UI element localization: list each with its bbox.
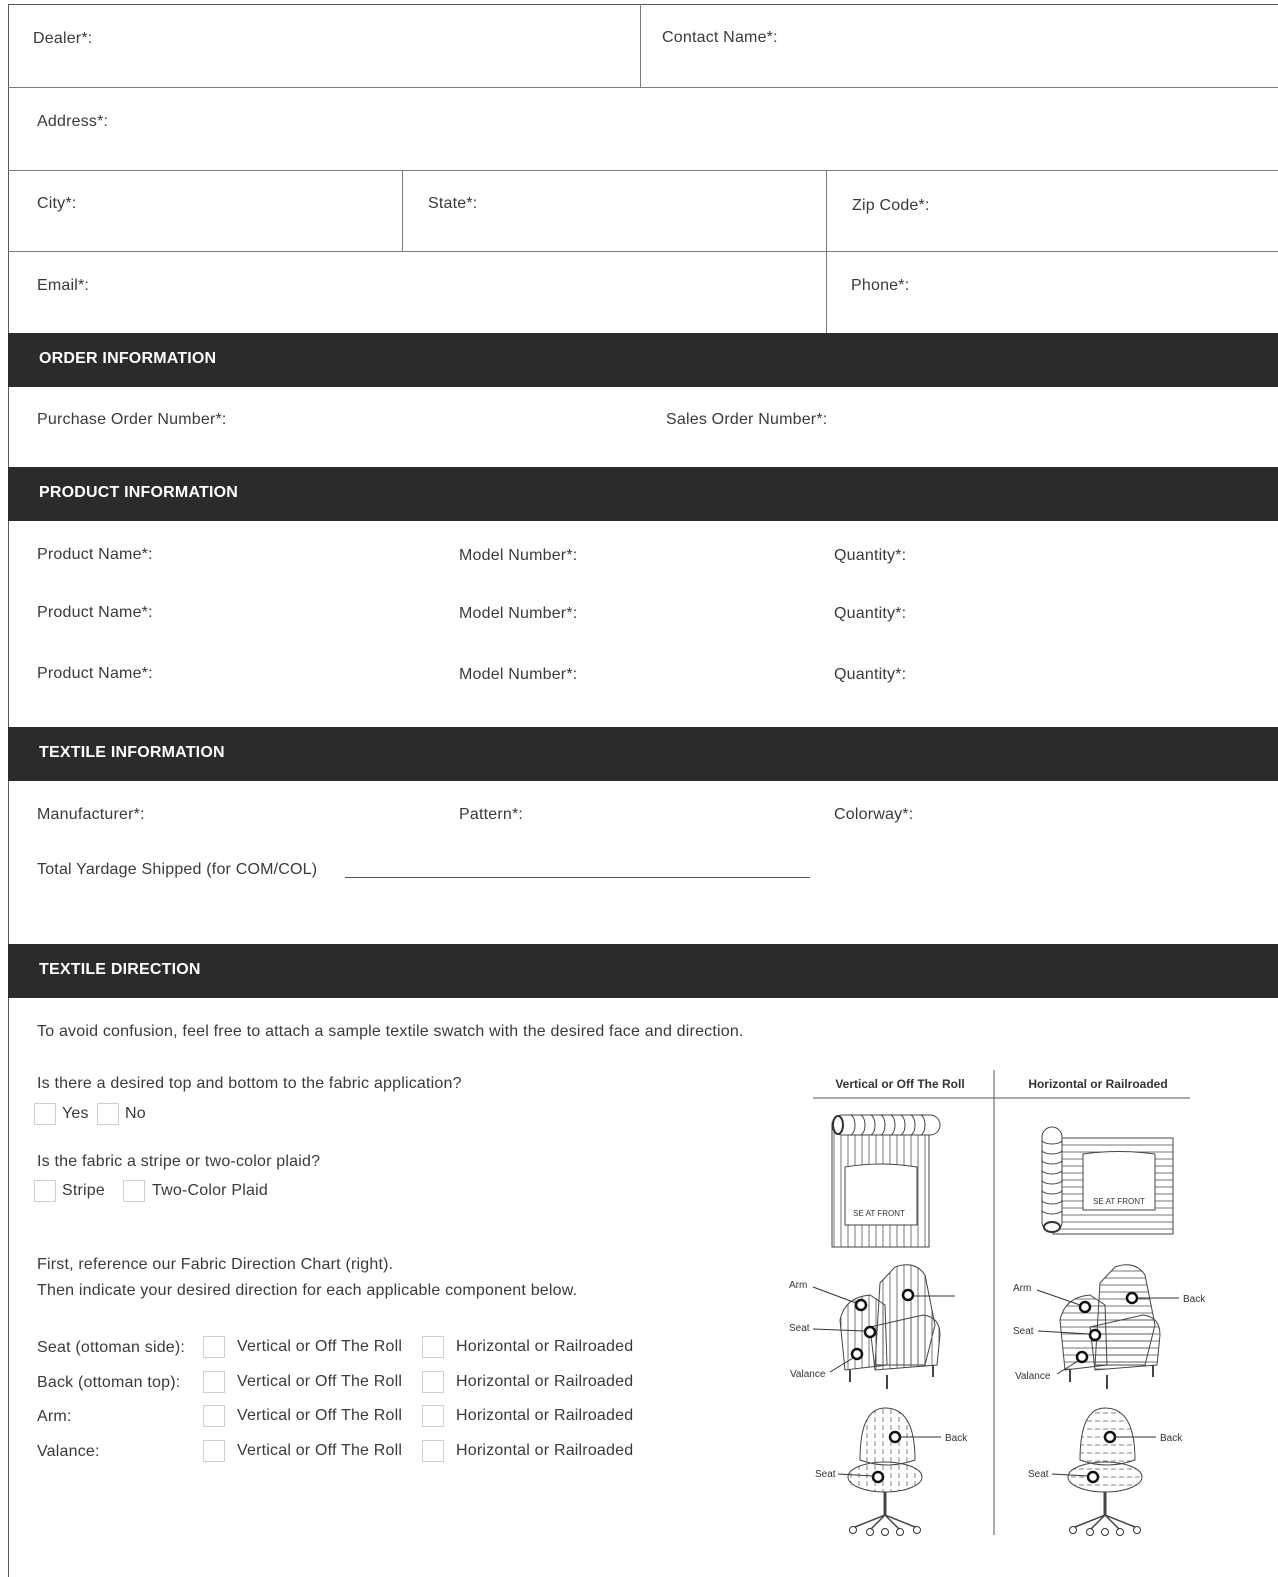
back-horizontal-label: Horizontal or Railroaded <box>456 1373 634 1390</box>
fabric-order-form: Dealer*: Contact Name*: Address*: City*:… <box>0 0 1278 1577</box>
section-title: TEXTILE DIRECTION <box>39 961 201 978</box>
contact-name-field[interactable]: Contact Name*: <box>662 29 778 47</box>
manufacturer-field[interactable]: Manufacturer*: <box>37 806 145 824</box>
sales-order-number-field[interactable]: Sales Order Number*: <box>666 411 827 429</box>
stripe-label: Stripe <box>62 1182 105 1199</box>
model-number-field[interactable]: Model Number*: <box>459 605 577 623</box>
model-number-field[interactable]: Model Number*: <box>459 666 577 684</box>
section-title: TEXTILE INFORMATION <box>39 744 225 761</box>
valance-horizontal-label: Horizontal or Railroaded <box>456 1442 634 1459</box>
textile-direction-header: TEXTILE DIRECTION <box>8 944 1278 998</box>
valance-callout-label: Valance <box>790 1369 826 1380</box>
product-name-field[interactable]: Product Name*: <box>37 604 153 622</box>
stripe-plaid-question: Is the fabric a stripe or two-color plai… <box>37 1153 321 1170</box>
fabric-direction-chart: Vertical or Off The Roll Horizontal or R… <box>775 1065 1215 1545</box>
product-name-field[interactable]: Product Name*: <box>37 546 153 564</box>
divider <box>8 170 1278 171</box>
product-name-field[interactable]: Product Name*: <box>37 665 153 683</box>
divider <box>826 170 827 333</box>
direction-instruction: Then indicate your desired direction for… <box>37 1282 578 1299</box>
back-component-label: Back (ottoman top): <box>37 1374 181 1391</box>
yes-checkbox[interactable] <box>34 1103 56 1125</box>
back-horizontal-checkbox[interactable] <box>422 1371 444 1393</box>
yes-label: Yes <box>62 1105 89 1122</box>
dealer-field[interactable]: Dealer*: <box>33 30 92 48</box>
city-field[interactable]: City*: <box>37 195 76 213</box>
valance-vertical-label: Vertical or Off The Roll <box>237 1442 403 1459</box>
no-checkbox[interactable] <box>97 1103 119 1125</box>
two-color-plaid-label: Two-Color Plaid <box>152 1182 268 1199</box>
valance-component-label: Valance: <box>37 1443 100 1460</box>
pattern-field[interactable]: Pattern*: <box>459 806 523 824</box>
arm-horizontal-checkbox[interactable] <box>422 1405 444 1427</box>
colorway-field[interactable]: Colorway*: <box>834 806 913 824</box>
direction-intro-text: To avoid confusion, feel free to attach … <box>37 1023 744 1040</box>
back-callout-label: Back <box>1160 1433 1183 1444</box>
vertical-lounge-chair-icon: Arm Seat Valance <box>789 1264 955 1389</box>
back-vertical-checkbox[interactable] <box>203 1371 225 1393</box>
section-title: PRODUCT INFORMATION <box>39 484 239 501</box>
product-information-header: PRODUCT INFORMATION <box>8 467 1278 521</box>
arm-vertical-checkbox[interactable] <box>203 1405 225 1427</box>
arm-vertical-label: Vertical or Off The Roll <box>237 1407 403 1424</box>
divider <box>402 170 403 251</box>
seat-callout-label: Seat <box>1028 1469 1049 1480</box>
divider <box>8 251 1278 252</box>
section-title: ORDER INFORMATION <box>39 350 217 367</box>
address-field[interactable]: Address*: <box>37 113 108 131</box>
valance-callout-label: Valance <box>1015 1371 1051 1382</box>
total-yardage-label: Total Yardage Shipped (for COM/COL) <box>37 861 318 878</box>
horizontal-fabric-roll-icon: SE AT FRONT <box>1041 1126 1174 1235</box>
valance-vertical-checkbox[interactable] <box>203 1440 225 1462</box>
horizontal-column-title: Horizontal or Railroaded <box>1028 1077 1167 1091</box>
seat-horizontal-label: Horizontal or Railroaded <box>456 1338 634 1355</box>
order-information-header: ORDER INFORMATION <box>8 333 1278 387</box>
vertical-fabric-roll-icon: SE AT FRONT <box>831 1114 941 1248</box>
quantity-field[interactable]: Quantity*: <box>834 547 906 565</box>
state-field[interactable]: State*: <box>428 195 477 213</box>
back-callout-label: Back <box>945 1433 968 1444</box>
purchase-order-number-field[interactable]: Purchase Order Number*: <box>37 411 227 429</box>
reference-instruction: First, reference our Fabric Direction Ch… <box>37 1256 394 1273</box>
divider <box>8 87 1278 88</box>
seat-front-label: SE AT FRONT <box>853 1209 905 1218</box>
arm-callout-label: Arm <box>789 1280 807 1291</box>
horizontal-task-chair-icon: Back Seat <box>1028 1407 1183 1536</box>
seat-vertical-label: Vertical or Off The Roll <box>237 1338 403 1355</box>
seat-callout-label: Seat <box>815 1469 836 1480</box>
arm-component-label: Arm: <box>37 1408 72 1425</box>
valance-horizontal-checkbox[interactable] <box>422 1440 444 1462</box>
seat-horizontal-checkbox[interactable] <box>422 1336 444 1358</box>
seat-callout-label: Seat <box>789 1323 810 1334</box>
total-yardage-input[interactable] <box>345 877 810 878</box>
back-callout-label: Back <box>1183 1294 1206 1305</box>
zip-code-field[interactable]: Zip Code*: <box>852 197 930 215</box>
vertical-column-title: Vertical or Off The Roll <box>835 1077 964 1091</box>
seat-component-label: Seat (ottoman side): <box>37 1339 186 1356</box>
seat-callout-label: Seat <box>1013 1326 1034 1337</box>
top-bottom-question: Is there a desired top and bottom to the… <box>37 1075 462 1092</box>
seat-vertical-checkbox[interactable] <box>203 1336 225 1358</box>
back-vertical-label: Vertical or Off The Roll <box>237 1373 403 1390</box>
quantity-field[interactable]: Quantity*: <box>834 666 906 684</box>
textile-information-header: TEXTILE INFORMATION <box>8 727 1278 781</box>
horizontal-lounge-chair-icon: Arm Seat Valance Back <box>1013 1264 1206 1389</box>
stripe-checkbox[interactable] <box>34 1180 56 1202</box>
arm-callout-label: Arm <box>1013 1283 1031 1294</box>
model-number-field[interactable]: Model Number*: <box>459 547 577 565</box>
vertical-task-chair-icon: Back Seat <box>815 1407 968 1536</box>
phone-field[interactable]: Phone*: <box>851 277 909 295</box>
divider <box>640 4 641 87</box>
email-field[interactable]: Email*: <box>37 277 89 295</box>
seat-front-label: SE AT FRONT <box>1093 1197 1145 1206</box>
arm-horizontal-label: Horizontal or Railroaded <box>456 1407 634 1424</box>
two-color-plaid-checkbox[interactable] <box>123 1180 145 1202</box>
quantity-field[interactable]: Quantity*: <box>834 605 906 623</box>
no-label: No <box>125 1105 146 1122</box>
